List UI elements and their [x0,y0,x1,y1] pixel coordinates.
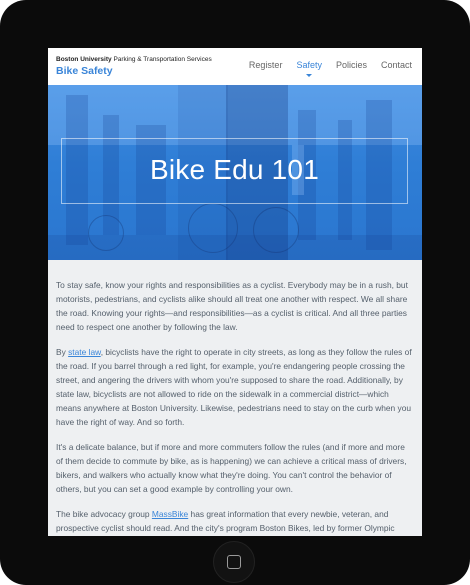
site-title: Bike Safety [56,65,113,77]
home-square-icon [227,555,241,569]
paragraph-4: The bike advocacy group MassBike has gre… [56,509,395,533]
site-header: Boston University Parking & Transportati… [48,48,422,85]
site-logo[interactable]: Boston University Parking & Transportati… [56,56,212,77]
article-body: To stay safe, know your rights and respo… [56,278,412,536]
home-button[interactable] [213,541,255,583]
massbike-link[interactable]: MassBike [152,509,188,519]
hero-banner: Bike Edu 101 [48,85,422,260]
nav-register[interactable]: Register [249,60,283,70]
page-title: Bike Edu 101 [150,154,319,185]
browser-viewport: Boston University Parking & Transportati… [48,48,422,536]
main-nav: Register Safety Policies Contact [235,60,412,77]
nav-contact[interactable]: Contact [381,60,412,70]
org-name: Boston University Parking & Transportati… [56,56,212,63]
state-law-link[interactable]: state law [68,347,101,357]
paragraph-1: To stay safe, know your rights and respo… [56,280,408,332]
active-caret-icon [306,74,313,77]
paragraph-3: It's a delicate balance, but if more and… [56,442,407,494]
hero-title-box: Bike Edu 101 [61,138,408,204]
tablet-frame: Boston University Parking & Transportati… [0,0,470,585]
nav-safety[interactable]: Safety [296,60,322,77]
nav-policies[interactable]: Policies [336,60,367,70]
paragraph-2: By state law, bicyclists have the right … [56,347,412,427]
